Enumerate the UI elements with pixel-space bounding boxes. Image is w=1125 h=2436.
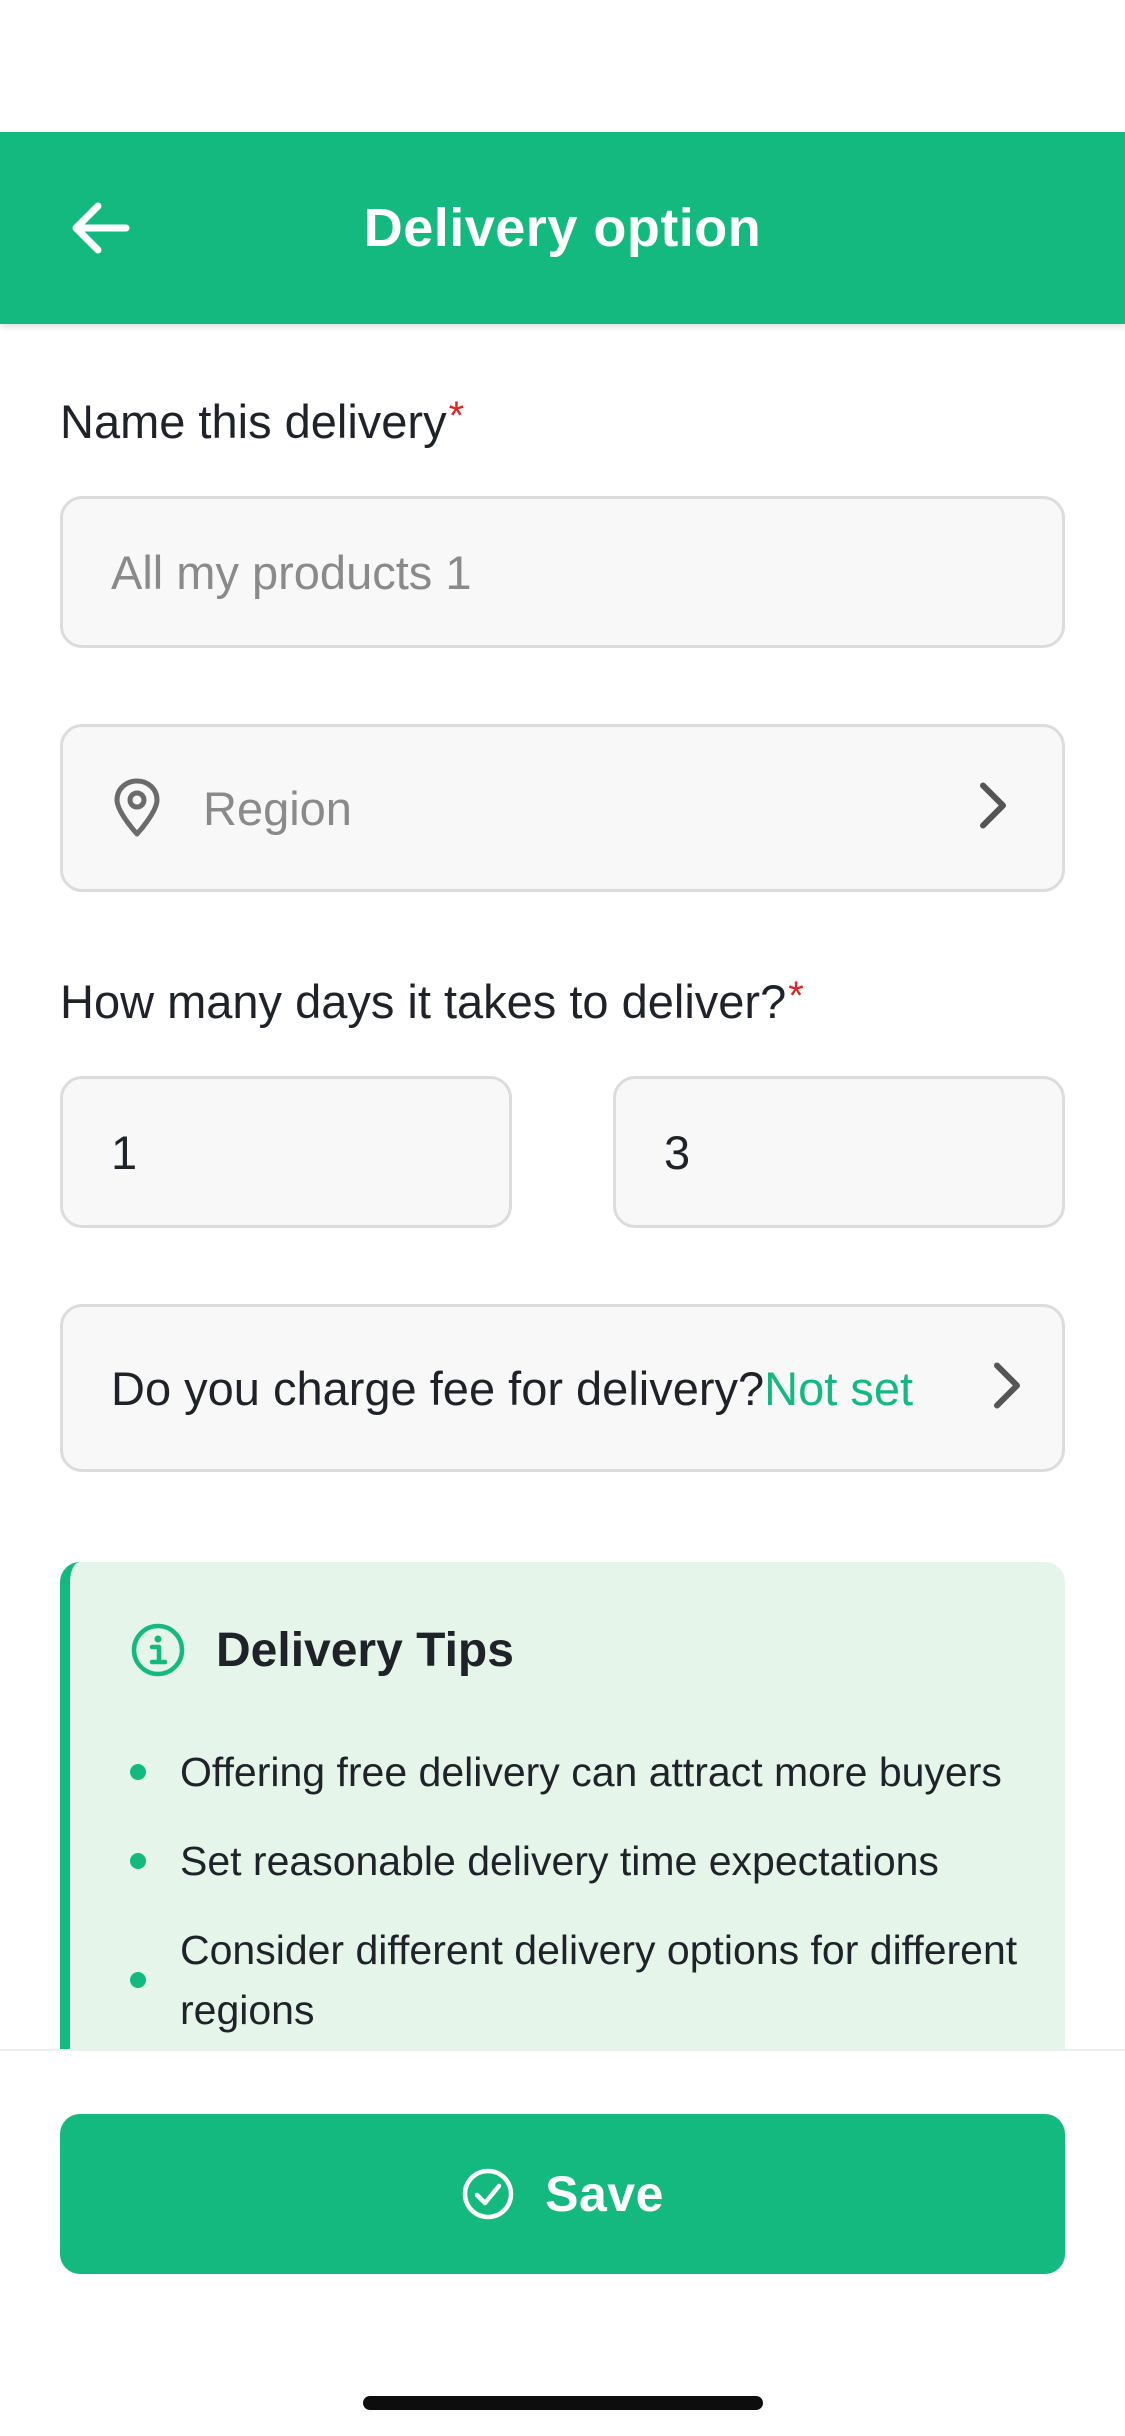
delivery-name-value: All my products 1 — [111, 545, 472, 599]
back-button[interactable] — [48, 176, 152, 280]
tips-title: Delivery Tips — [216, 1623, 514, 1677]
form-content: Name this delivery* All my products 1 Re… — [0, 324, 1125, 2049]
region-placeholder: Region — [203, 781, 352, 835]
delivery-tips-card: Delivery Tips Offering free delivery can… — [60, 1562, 1065, 2049]
tip-item: Set reasonable delivery time expectation… — [120, 1831, 1020, 1891]
required-mark: * — [448, 394, 465, 438]
required-mark: * — [788, 974, 804, 1018]
bullet — [130, 1853, 146, 1869]
name-label-row: Name this delivery* — [60, 394, 464, 449]
bottom-action-bar: Save — [0, 2049, 1125, 2436]
delivery-option-screen: Delivery option Name this delivery* All … — [0, 0, 1125, 2436]
arrow-left-icon — [72, 202, 130, 254]
chevron-right-icon — [992, 1361, 1022, 1416]
min-days-value: 1 — [111, 1125, 138, 1179]
delivery-name-field[interactable]: All my products 1 — [60, 496, 1065, 648]
min-days-input[interactable]: 1 — [60, 1076, 512, 1228]
bullet — [130, 1972, 146, 1988]
tip-item: Consider different delivery options for … — [120, 1920, 1020, 2040]
tip-text: Offering free delivery can attract more … — [180, 1749, 1002, 1795]
app-header: Delivery option — [0, 132, 1125, 324]
bullet — [130, 1764, 146, 1780]
save-button[interactable]: Save — [60, 2114, 1065, 2274]
name-label: Name this delivery — [60, 395, 447, 448]
status-bar — [0, 0, 1125, 132]
info-icon — [131, 1623, 185, 1677]
fee-status: Not set — [764, 1361, 914, 1415]
tip-item: Offering free delivery can attract more … — [120, 1742, 1020, 1802]
delivery-fee-selector[interactable]: Do you charge fee for delivery? Not set — [60, 1304, 1065, 1472]
max-days-value: 3 — [664, 1125, 691, 1179]
max-days-input[interactable]: 3 — [613, 1076, 1065, 1228]
days-label: How many days it takes to deliver? — [60, 975, 787, 1028]
fee-question: Do you charge fee for delivery? — [111, 1361, 765, 1415]
days-label-row: How many days it takes to deliver?* — [60, 974, 804, 1029]
home-indicator — [363, 2396, 763, 2410]
save-label: Save — [545, 2166, 664, 2222]
tip-text: Consider different delivery options for … — [180, 1927, 1018, 2033]
location-pin-icon — [111, 778, 163, 838]
tip-text: Set reasonable delivery time expectation… — [180, 1838, 939, 1884]
region-selector[interactable]: Region — [60, 724, 1065, 892]
tips-list: Offering free delivery can attract more … — [120, 1742, 1020, 2049]
tips-header: Delivery Tips — [130, 1622, 514, 1678]
check-circle-icon — [462, 2168, 514, 2220]
page-title: Delivery option — [363, 198, 762, 258]
chevron-right-icon — [978, 781, 1008, 836]
